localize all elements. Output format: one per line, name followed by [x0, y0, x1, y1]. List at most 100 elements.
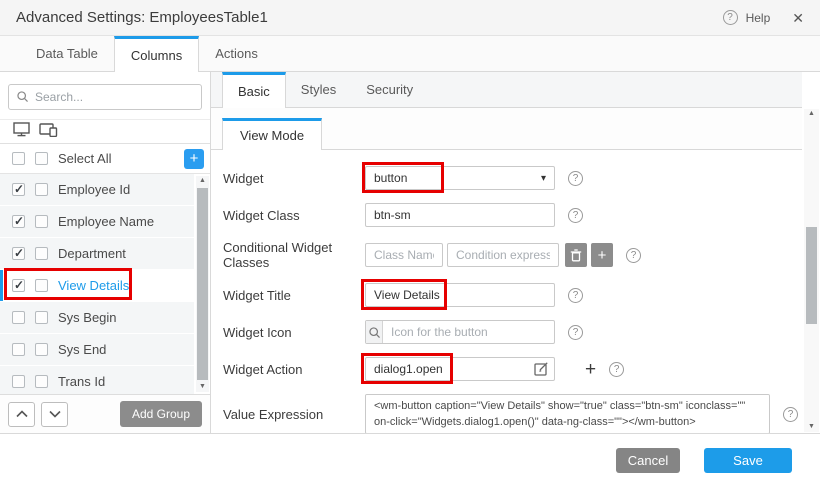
value-expression-row: Value Expression <wm-button caption="Vie… — [223, 394, 802, 434]
field-help-icon[interactable]: ? — [783, 407, 798, 422]
widget-title-row: Widget Title ? — [223, 283, 802, 307]
mobile-checkbox[interactable] — [35, 183, 48, 196]
delete-condition-button[interactable] — [565, 243, 587, 267]
search-input[interactable] — [8, 84, 202, 110]
trash-icon — [570, 249, 582, 262]
mobile-checkbox[interactable] — [35, 247, 48, 260]
tab-actions[interactable]: Actions — [199, 36, 274, 71]
list-item-employee-id[interactable]: Employee Id — [0, 174, 194, 205]
list-item-label: Trans Id — [58, 374, 105, 389]
add-condition-button[interactable]: + — [591, 243, 613, 267]
list-item-sys-end[interactable]: Sys End — [0, 334, 194, 365]
move-up-button[interactable] — [8, 402, 35, 427]
sidebar-scrollbar[interactable]: ▲ ▼ — [196, 176, 209, 392]
widget-action-row: Widget Action + ? — [223, 357, 802, 381]
chevron-down-icon: ▾ — [541, 173, 546, 184]
desktop-checkbox[interactable] — [12, 375, 25, 388]
widget-class-row: Widget Class ? — [223, 203, 802, 227]
list-item-employee-name[interactable]: Employee Name — [0, 206, 194, 237]
help-icon[interactable]: ? — [723, 10, 738, 25]
advanced-settings-dialog: Advanced Settings: EmployeesTable1 ? Hel… — [0, 0, 820, 486]
select-all-label: Select All — [58, 151, 111, 166]
edit-action-icon[interactable] — [534, 361, 549, 381]
mode-tabbar: View Mode — [211, 108, 802, 150]
scroll-down-icon[interactable]: ▼ — [199, 382, 206, 392]
field-label: Widget — [223, 171, 365, 186]
dialog-header: Advanced Settings: EmployeesTable1 ? Hel… — [0, 0, 820, 36]
icon-picker-button[interactable] — [366, 321, 383, 343]
condition-expression-input[interactable] — [447, 243, 559, 267]
list-item-label: Sys End — [58, 342, 106, 357]
column-list: Employee Id Employee Name Department Vi — [0, 174, 210, 394]
list-item-label: Employee Id — [58, 182, 130, 197]
widget-icon-input[interactable] — [383, 321, 554, 343]
field-help-icon[interactable]: ? — [609, 362, 624, 377]
mobile-checkbox[interactable] — [35, 375, 48, 388]
mobile-checkbox[interactable] — [35, 215, 48, 228]
widget-select[interactable]: button ▾ — [365, 166, 555, 190]
scroll-up-icon[interactable]: ▲ — [808, 109, 815, 119]
mobile-tablet-icon[interactable] — [39, 122, 58, 142]
field-help-icon[interactable]: ? — [568, 288, 583, 303]
save-button[interactable]: Save — [704, 448, 792, 473]
settings-tabbar: Basic Styles Security — [211, 72, 802, 108]
conditional-classes-row: Conditional Widget Classes + ? — [223, 240, 802, 270]
select-all-mobile-checkbox[interactable] — [35, 152, 48, 165]
basic-settings-form: Widget button ▾ ? Widget Class — [211, 150, 802, 434]
desktop-checkbox[interactable] — [12, 343, 25, 356]
widget-icon-row: Widget Icon ? — [223, 320, 802, 344]
mobile-checkbox[interactable] — [35, 279, 48, 292]
field-help-icon[interactable]: ? — [568, 325, 583, 340]
search-icon — [368, 326, 381, 339]
scrollbar-thumb[interactable] — [197, 188, 208, 380]
list-item-sys-begin[interactable]: Sys Begin — [0, 302, 194, 333]
scroll-up-icon[interactable]: ▲ — [199, 176, 206, 186]
list-item-trans-id[interactable]: Trans Id — [0, 366, 194, 394]
add-action-icon[interactable]: + — [585, 360, 596, 379]
desktop-checkbox[interactable] — [12, 215, 25, 228]
list-item-label: Department — [58, 246, 126, 261]
cancel-button[interactable]: Cancel — [616, 448, 680, 473]
close-icon[interactable]: ✕ — [792, 11, 804, 25]
field-label: Widget Icon — [223, 325, 365, 340]
add-group-button[interactable]: Add Group — [120, 401, 202, 427]
widget-select-value: button — [374, 171, 407, 185]
tab-security[interactable]: Security — [351, 72, 428, 107]
desktop-checkbox[interactable] — [12, 279, 25, 292]
mobile-checkbox[interactable] — [35, 311, 48, 324]
dialog-footer: Cancel Save — [0, 433, 820, 486]
list-item-view-details[interactable]: View Details — [0, 270, 194, 301]
list-item-department[interactable]: Department — [0, 238, 194, 269]
field-label: Widget Title — [223, 288, 365, 303]
scroll-down-icon[interactable]: ▼ — [808, 422, 815, 432]
tab-basic[interactable]: Basic — [222, 72, 286, 108]
column-settings-panel: Basic Styles Security View Mode Widget b… — [211, 72, 820, 433]
field-label: Widget Action — [223, 362, 365, 377]
field-label: Conditional Widget Classes — [223, 240, 365, 270]
scrollbar-thumb[interactable] — [806, 227, 817, 324]
panel-scrollbar[interactable]: ▲ ▼ — [804, 109, 819, 432]
desktop-checkbox[interactable] — [12, 183, 25, 196]
tab-data-table[interactable]: Data Table — [20, 36, 114, 71]
help-link[interactable]: Help — [746, 11, 771, 25]
desktop-checkbox[interactable] — [12, 247, 25, 260]
widget-class-input[interactable] — [365, 203, 555, 227]
widget-title-input[interactable] — [365, 283, 555, 307]
select-all-desktop-checkbox[interactable] — [12, 152, 25, 165]
field-help-icon[interactable]: ? — [626, 248, 641, 263]
add-column-button[interactable]: + — [184, 149, 204, 169]
tab-view-mode[interactable]: View Mode — [222, 118, 322, 150]
value-expression-textarea[interactable]: <wm-button caption="View Details" show="… — [365, 394, 770, 434]
desktop-icon[interactable] — [13, 122, 30, 142]
class-name-input[interactable] — [365, 243, 443, 267]
main-tabbar: Data Table Columns Actions — [0, 36, 820, 72]
desktop-checkbox[interactable] — [12, 311, 25, 324]
widget-action-input[interactable] — [365, 357, 555, 381]
field-help-icon[interactable]: ? — [568, 208, 583, 223]
mobile-checkbox[interactable] — [35, 343, 48, 356]
tab-columns[interactable]: Columns — [114, 36, 199, 72]
field-label: Value Expression — [223, 407, 365, 422]
tab-styles[interactable]: Styles — [286, 72, 351, 107]
field-help-icon[interactable]: ? — [568, 171, 583, 186]
move-down-button[interactable] — [41, 402, 68, 427]
